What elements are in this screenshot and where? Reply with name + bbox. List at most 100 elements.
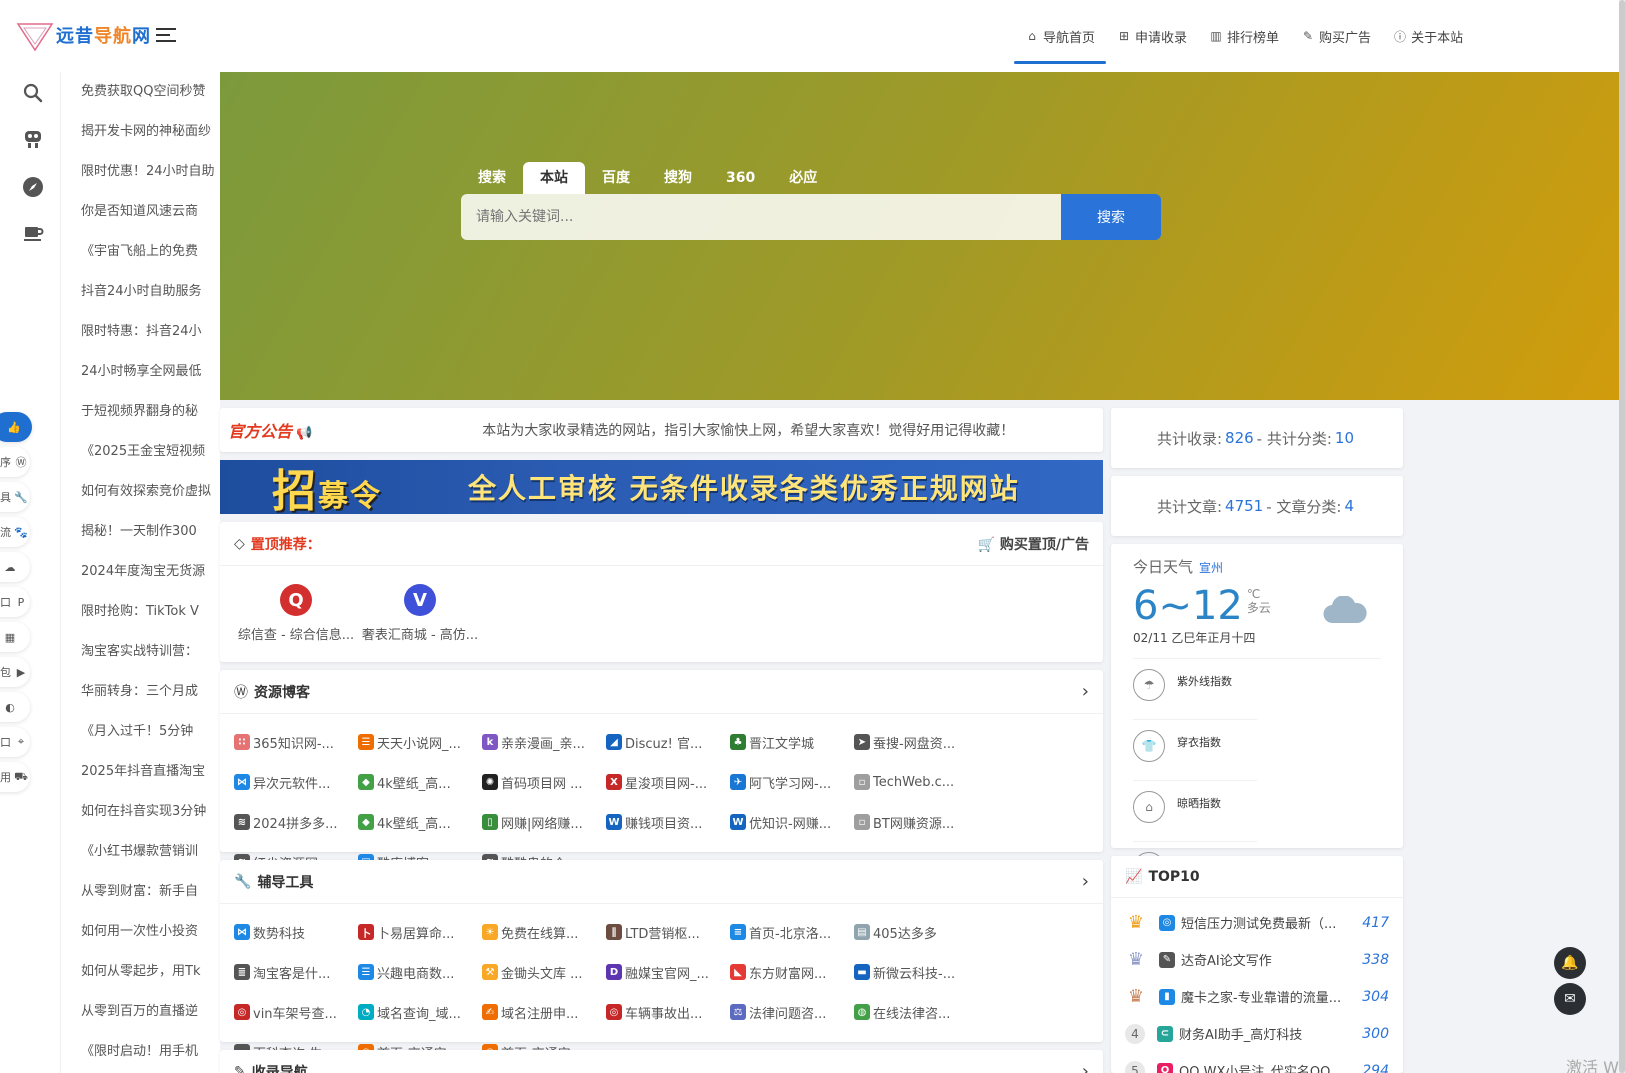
article-item[interactable]: 从零到百万的直播逆 xyxy=(61,992,220,1032)
article-item[interactable]: 《小红书爆款营销训 xyxy=(61,832,220,872)
chevron-right-icon[interactable]: › xyxy=(1082,871,1089,892)
site-link[interactable]: ➤ 蚕搜-网盘资... xyxy=(854,722,978,762)
article-item[interactable]: 限时优惠！24小时自助 xyxy=(61,152,220,192)
weather-index[interactable]: ☂ 紫外线指数 xyxy=(1133,659,1257,720)
site-link[interactable]: ▯ 网赚|网络赚... xyxy=(482,802,606,842)
compass-icon[interactable] xyxy=(18,172,48,202)
search-tab-2[interactable]: 百度 xyxy=(585,162,647,194)
article-item[interactable]: 限时抢购：TikTok V xyxy=(61,592,220,632)
bell-icon[interactable]: 🔔 xyxy=(1554,947,1586,979)
article-item[interactable]: 24小时畅享全网最低 xyxy=(61,352,220,392)
category-tab-10[interactable]: 用 ⛟ xyxy=(0,762,30,792)
ranking-item[interactable]: ♛ ◎ 短信压力测试免费最新（... 417 xyxy=(1111,904,1403,941)
category-tab-9[interactable]: 口 ⌖ xyxy=(0,727,30,757)
site-link[interactable]: ✍ 域名注册申... xyxy=(482,992,606,1032)
site-link[interactable]: ≡ 首页-北京洛... xyxy=(730,912,854,952)
coffee-icon[interactable] xyxy=(18,218,48,248)
nav-item-0[interactable]: ⌂ 导航首页 xyxy=(1014,0,1107,72)
menu-toggle-icon[interactable] xyxy=(156,28,176,42)
site-link[interactable]: ♣ 晋江文学城 xyxy=(730,722,854,762)
article-item[interactable]: 2025年抖音直播淘宝 xyxy=(61,752,220,792)
site-link[interactable]: ◢ Discuz! 官... xyxy=(606,722,730,762)
buy-ad-link[interactable]: 🛒 购买置顶/广告 xyxy=(978,534,1089,554)
weather-city[interactable]: 宣州 xyxy=(1199,561,1223,575)
site-link[interactable]: ◣ 东方财富网... xyxy=(730,952,854,992)
site-link[interactable]: ◍ 在线法律咨... xyxy=(854,992,978,1032)
article-item[interactable]: 如何从零起步，用Tk xyxy=(61,952,220,992)
category-tab-8[interactable]: ◐ xyxy=(0,692,30,722)
site-link[interactable]: ▤ 405达多多 xyxy=(854,912,978,952)
article-item[interactable]: 《宇宙飞船上的免费 xyxy=(61,232,220,272)
chevron-right-icon[interactable]: › xyxy=(1082,681,1089,702)
site-link[interactable]: ∥ LTD营销枢... xyxy=(606,912,730,952)
search-tab-3[interactable]: 搜狗 xyxy=(647,162,709,194)
site-link[interactable]: ⋈ 数势科技 xyxy=(234,912,358,952)
nav-item-2[interactable]: ▥ 排行榜单 xyxy=(1198,0,1290,72)
pinned-item[interactable]: V 奢表汇商城 - 高仿... xyxy=(358,584,482,643)
article-item[interactable]: 淘宝客实战特训营： xyxy=(61,632,220,672)
site-link[interactable]: ✺ 首码项目网 ... xyxy=(482,762,606,802)
category-tab-7[interactable]: 包 ▶ xyxy=(0,657,30,687)
site-link[interactable]: ▫ BT网赚资源... xyxy=(854,802,978,842)
site-link[interactable]: ⋈ 异次元软件... xyxy=(234,762,358,802)
site-link[interactable]: ⚒ 金锄头文库 ... xyxy=(482,952,606,992)
site-link[interactable]: ✈ 阿飞学习网-... xyxy=(730,762,854,802)
category-tab-0[interactable]: 👍 xyxy=(0,412,32,442)
category-tab-4[interactable]: ☁ xyxy=(0,552,30,582)
envelope-icon[interactable]: ✉ xyxy=(1554,983,1586,1015)
article-item[interactable]: 2024年度淘宝无货源 xyxy=(61,552,220,592)
site-link[interactable]: k 亲亲漫画_亲... xyxy=(482,722,606,762)
article-item[interactable]: 如何用一次性小投资 xyxy=(61,912,220,952)
ranking-item[interactable]: ♛ ▮ 魔卡之家-专业靠谱的流量... 304 xyxy=(1111,978,1403,1015)
article-item[interactable]: 揭开发卡网的神秘面纱 xyxy=(61,112,220,152)
site-link[interactable]: ◆ 4k壁纸_高... xyxy=(358,802,482,842)
site-link[interactable]: D 融媒宝官网_... xyxy=(606,952,730,992)
site-link[interactable]: W 赚钱项目资... xyxy=(606,802,730,842)
article-item[interactable]: 《月入过千！5分钟 xyxy=(61,712,220,752)
article-item[interactable]: 华丽转身：三个月成 xyxy=(61,672,220,712)
article-item[interactable]: 如何在抖音实现3分钟 xyxy=(61,792,220,832)
site-link[interactable]: ▫ TechWeb.c... xyxy=(854,762,978,802)
site-link[interactable]: X 星浚项目网-... xyxy=(606,762,730,802)
nav-item-3[interactable]: ✎ 购买广告 xyxy=(1290,0,1382,72)
article-item[interactable]: 免费获取QQ空间秒赞 xyxy=(61,72,220,112)
category-tab-6[interactable]: ▦ xyxy=(0,622,30,652)
robot-icon[interactable] xyxy=(18,124,48,154)
site-link[interactable]: ≋ 2024拼多多... xyxy=(234,802,358,842)
page-scrollbar-thumb[interactable] xyxy=(1619,0,1625,1073)
nav-item-4[interactable]: ⓘ 关于本站 xyxy=(1382,0,1474,72)
search-tab-5[interactable]: 必应 xyxy=(772,162,834,194)
nav-item-1[interactable]: ⊞ 申请收录 xyxy=(1106,0,1198,72)
category-tab-5[interactable]: 口P xyxy=(0,587,30,617)
search-tab-1[interactable]: 本站 xyxy=(523,162,585,194)
site-link[interactable]: ☀ 免费在线算... xyxy=(482,912,606,952)
site-link[interactable]: ☰ 天天小说网_... xyxy=(358,722,482,762)
site-link[interactable]: ◎ 车辆事故出... xyxy=(606,992,730,1032)
site-link[interactable]: ◆ 4k壁纸_高... xyxy=(358,762,482,802)
weather-index[interactable]: ⌂ 晾晒指数 xyxy=(1133,781,1257,842)
article-item[interactable]: 从零到财富：新手自 xyxy=(61,872,220,912)
site-link[interactable]: ∷ 365知识网-... xyxy=(234,722,358,762)
site-link[interactable]: 卜卜易居算命... xyxy=(358,912,482,952)
site-link[interactable]: W 优知识-网赚... xyxy=(730,802,854,842)
category-tab-1[interactable]: 序 Ⓦ xyxy=(0,447,30,477)
search-icon[interactable] xyxy=(18,78,48,108)
search-input[interactable] xyxy=(461,194,1061,240)
chevron-right-icon[interactable]: › xyxy=(1082,1061,1089,1073)
category-tab-2[interactable]: 具 🔧 xyxy=(0,482,30,512)
site-link[interactable]: ◎ vin车架号查... xyxy=(234,992,358,1032)
article-item[interactable]: 如何有效探索竞价虚拟 xyxy=(61,472,220,512)
site-link[interactable]: ◔ 域名查询_域... xyxy=(358,992,482,1032)
article-item[interactable]: 抖音24小时自助服务 xyxy=(61,272,220,312)
ranking-item[interactable]: ♛ ✎ 达奇AI论文写作 338 xyxy=(1111,941,1403,978)
search-tab-4[interactable]: 360 xyxy=(709,162,772,194)
article-item[interactable]: 限时特惠：抖音24小 xyxy=(61,312,220,352)
pinned-item[interactable]: Q 综信查 - 综合信息... xyxy=(234,584,358,643)
site-link[interactable]: ▬ 新微云科技-... xyxy=(854,952,978,992)
ranking-item[interactable]: 4 ⊂ 财务AI助手_高灯科技 300 xyxy=(1111,1015,1403,1052)
article-item[interactable]: 《2025王金宝短视频 xyxy=(61,432,220,472)
site-link[interactable]: ⚖ 法律问题咨... xyxy=(730,992,854,1032)
search-button[interactable]: 搜索 xyxy=(1061,194,1161,240)
site-link[interactable]: ☰ 兴趣电商数... xyxy=(358,952,482,992)
category-tab-3[interactable]: 流 🐾 xyxy=(0,517,30,547)
